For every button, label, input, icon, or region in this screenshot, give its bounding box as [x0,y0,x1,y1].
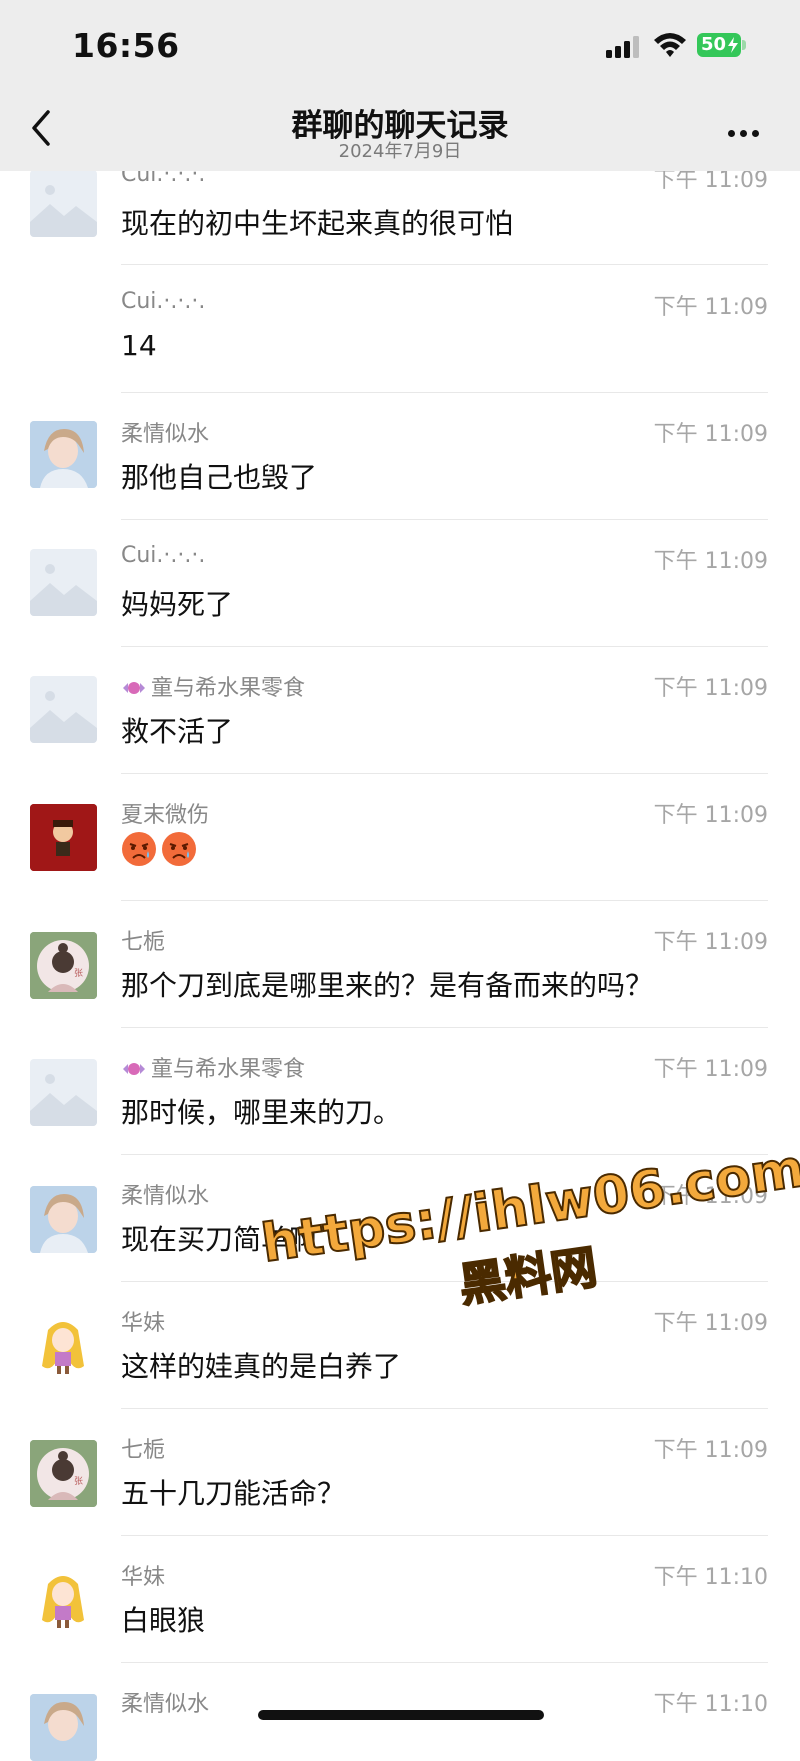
sender-name: Cui.·.·.·. [121,543,206,568]
message-time: 下午 11:10 [653,1565,768,1590]
avatar[interactable] [30,1694,97,1761]
candy-icon [123,682,145,694]
message-time: 下午 11:09 [653,549,768,574]
battery-level: 50 [701,34,727,55]
message-row[interactable]: 华妹 下午 11:10 白眼狼 [0,1535,800,1663]
message-emojis [121,831,201,867]
more-options-icon[interactable] [728,122,768,137]
message-text: 妈妈死了 [121,588,234,621]
avatar[interactable] [30,676,97,743]
message-row[interactable]: 柔情似水 下午 11:09 现在买刀简单啊 [0,1154,800,1282]
battery-tip [742,40,746,50]
avatar[interactable] [30,1059,97,1126]
wifi-icon [654,33,686,57]
message-time: 下午 11:10 [653,1692,768,1717]
message-text: 现在买刀简单啊 [121,1223,318,1256]
message-row[interactable]: Cui.·.·.·. 下午 11:09 妈妈死了 [0,519,800,647]
message-text: 现在的初中生坏起来真的很可怕 [121,207,514,240]
message-row[interactable]: 华妹 下午 11:09 这样的娃真的是白养了 [0,1281,800,1409]
sender-name: 柔情似水 [121,1184,210,1209]
message-time: 下午 11:09 [653,676,768,701]
message-row[interactable]: 张 七栀 下午 11:09 那个刀到底是哪里来的？是有备而来的吗？ [0,900,800,1028]
message-row[interactable]: 夏末微伤 下午 11:09 [0,773,800,901]
message-time: 下午 11:09 [653,295,768,320]
charging-bolt-icon [728,37,738,53]
message-time: 下午 11:09 [653,422,768,447]
message-text: 14 [121,329,157,362]
avatar[interactable]: 张 [30,1440,97,1507]
message-row[interactable]: 张 七栀 下午 11:09 五十几刀能活命？ [0,1408,800,1536]
sender-name: 童与希水果零食 [121,670,305,702]
message-row[interactable]: Cui.·.·.·. 下午 11:09 14 [0,265,800,393]
cellular-signal-icon [606,36,642,58]
message-text: 那个刀到底是哪里来的？是有备而来的吗？ [121,969,654,1002]
crying-face-emoji [122,832,156,866]
sender-name: 柔情似水 [121,1692,210,1717]
avatar[interactable] [30,1312,97,1379]
message-time: 下午 11:09 [653,930,768,955]
avatar[interactable] [30,549,97,616]
status-time: 16:56 [72,26,180,65]
message-text: 这样的娃真的是白养了 [121,1350,402,1383]
message-row[interactable]: 柔情似水 下午 11:10 [0,1662,800,1761]
message-row[interactable]: 童与希水果零食 下午 11:09 那时候，哪里来的刀。 [0,1027,800,1155]
message-row[interactable]: 童与希水果零食 下午 11:09 救不活了 [0,646,800,774]
page-subtitle: 2024年7月9日 [338,141,462,162]
crying-face-emoji [162,832,196,866]
message-list[interactable]: Cui.·.·.·. 下午 11:09 现在的初中生坏起来真的很可怕 Cui.·… [0,0,800,1761]
sender-name: 童与希水果零食 [121,1051,305,1083]
message-text: 那时候，哪里来的刀。 [121,1096,402,1129]
message-text: 那他自己也毁了 [121,461,318,494]
top-bar: 16:56 50 群聊的聊天记录 2024年7月9日 [0,0,800,171]
avatar[interactable] [30,1186,97,1253]
message-row[interactable]: 柔情似水 下午 11:09 那他自己也毁了 [0,392,800,520]
message-time: 下午 11:09 [653,1184,768,1209]
sender-label: 童与希水果零食 [151,676,306,701]
avatar[interactable] [30,421,97,488]
sender-name: 华妹 [121,1311,166,1336]
sender-name: 夏末微伤 [121,803,210,828]
message-text: 救不活了 [121,715,234,748]
sender-label: 童与希水果零食 [151,1057,306,1082]
home-indicator[interactable] [258,1710,544,1720]
svg-text:张: 张 [74,1476,83,1487]
avatar[interactable] [30,804,97,871]
sender-name: 华妹 [121,1565,166,1590]
candy-icon [123,1063,145,1075]
sender-name: Cui.·.·.·. [121,289,206,314]
avatar[interactable] [30,170,97,237]
sender-name: 七栀 [121,930,166,955]
avatar[interactable]: 张 [30,932,97,999]
svg-text:张: 张 [74,968,83,979]
message-text: 五十几刀能活命？ [121,1477,346,1510]
message-time: 下午 11:09 [653,1438,768,1463]
message-time: 下午 11:09 [653,1057,768,1082]
sender-name: 七栀 [121,1438,166,1463]
message-text: 白眼狼 [121,1604,206,1637]
message-time: 下午 11:09 [653,1311,768,1336]
message-time: 下午 11:09 [653,803,768,828]
sender-name: 柔情似水 [121,422,210,447]
avatar[interactable] [30,1566,97,1633]
